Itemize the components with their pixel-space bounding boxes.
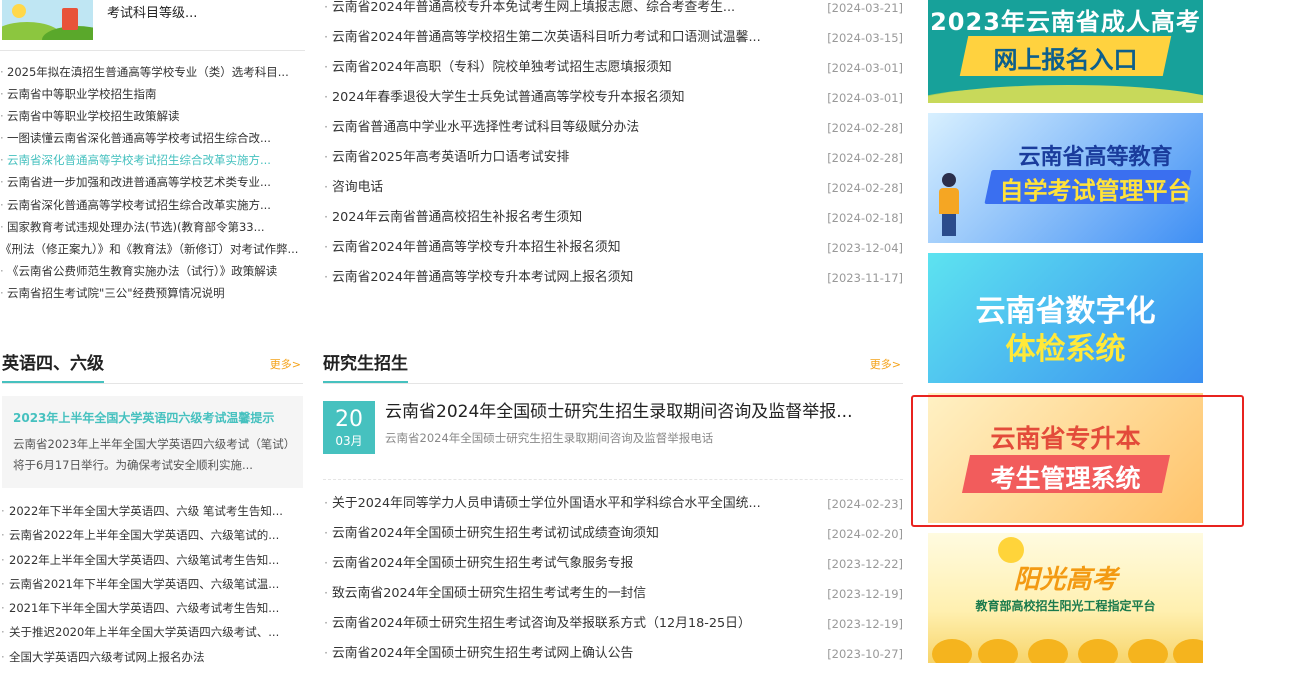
list-item[interactable]: 云南省2024年普通高等学校专升本考试网上报名须知[2023-11-17]: [323, 263, 903, 293]
item-date: [2023-12-19]: [827, 587, 903, 601]
list-item[interactable]: 2024年云南省普通高校招生补报名考生须知[2024-02-18]: [323, 203, 903, 233]
highlight-frame: [911, 395, 1244, 527]
list-item[interactable]: 2025年拟在滇招生普通高等学校专业（类）选考科目...: [0, 61, 305, 83]
list-item[interactable]: 云南省2025年高考英语听力口语考试安排[2024-02-28]: [323, 143, 903, 173]
item-date: [2024-02-28]: [827, 151, 903, 165]
list-item[interactable]: 云南省2024年全国硕士研究生招生考试初试成绩查询须知[2024-02-20]: [323, 519, 903, 549]
english-more-link[interactable]: 更多>: [270, 356, 301, 372]
graduate-news-list: 关于2024年同等学力人员申请硕士学位外国语水平和学科综合水平全国统...[20…: [323, 489, 903, 669]
list-item[interactable]: 2021年下半年全国大学英语四、六级考试考生告知...: [0, 596, 305, 620]
list-item[interactable]: 全国大学英语四六级考试网上报名办法: [0, 645, 305, 669]
list-item[interactable]: 云南省2021年下半年全国大学英语四、六级笔试温...: [0, 572, 305, 596]
digital-health-check-banner[interactable]: 云南省数字化 体检系统: [928, 253, 1203, 383]
list-item[interactable]: 云南省深化普通高等学校考试招生综合改革实施方...: [0, 194, 305, 216]
list-item[interactable]: 国家教育考试违规处理办法(节选)(教育部令第33...: [0, 216, 305, 238]
date-month: 03月: [335, 434, 363, 448]
list-item[interactable]: 云南省中等职业学校招生政策解读: [0, 105, 305, 127]
item-date: [2024-03-15]: [827, 31, 903, 45]
item-date: [2023-10-27]: [827, 647, 903, 661]
date-day: 20: [335, 407, 363, 432]
feature-title-link[interactable]: 考试科目等级...: [107, 2, 197, 21]
item-date: [2023-11-17]: [827, 271, 903, 285]
exam-news-list: 云南省2024年普通高校专升本免试考生网上填报志愿、综合考查考生...[2024…: [323, 0, 903, 293]
item-date: [2024-02-23]: [827, 497, 903, 511]
list-item[interactable]: 咨询电话[2024-02-28]: [323, 173, 903, 203]
list-item-hovered[interactable]: 云南省深化普通高等学校考试招生综合改革实施方...: [0, 149, 305, 171]
list-item[interactable]: 云南省进一步加强和改进普通高等学校艺术类专业...: [0, 171, 305, 193]
graduate-featured-summary: 云南省2024年全国硕士研究生招生录取期间咨询及监督举报电话: [385, 431, 714, 445]
list-item[interactable]: 2022年上半年全国大学英语四、六级笔试考生告知...: [0, 548, 305, 572]
banner-subtitle: 教育部高校招生阳光工程指定平台: [975, 599, 1156, 613]
list-item[interactable]: 云南省招生考试院"三公"经费预算情况说明: [0, 282, 305, 304]
item-date: [2023-12-19]: [827, 617, 903, 631]
sunshine-gaokao-banner[interactable]: 阳光高考 教育部高校招生阳光工程指定平台: [928, 533, 1203, 663]
english-section-header: 英语四、六级 更多>: [2, 353, 303, 384]
list-item[interactable]: 云南省2022年上半年全国大学英语四、六级笔试的...: [0, 523, 305, 547]
list-item[interactable]: 关于推迟2020年上半年全国大学英语四六级考试、...: [0, 620, 305, 644]
list-item[interactable]: 致云南省2024年全国硕士研究生招生考试考生的一封信[2023-12-19]: [323, 579, 903, 609]
adult-exam-registration-banner[interactable]: 2023年云南省成人高考 网上报名入口: [928, 0, 1203, 103]
divider: [323, 479, 903, 480]
list-item[interactable]: 云南省2024年高职（专科）院校单独考试招生志愿填报须知[2024-03-01]: [323, 53, 903, 83]
banner-title: 2023年云南省成人高考: [930, 8, 1201, 36]
item-date: [2024-03-01]: [827, 91, 903, 105]
item-date: [2023-12-04]: [827, 241, 903, 255]
banner-title: 阳光高考: [1013, 565, 1118, 595]
graduate-section-title: 研究生招生: [323, 353, 408, 383]
list-item[interactable]: 云南省2024年普通高等学校专升本招生补报名须知[2023-12-04]: [323, 233, 903, 263]
list-item[interactable]: 云南省普通高中学业水平选择性考试科目等级赋分办法[2024-02-28]: [323, 113, 903, 143]
item-date: [2023-12-22]: [827, 557, 903, 571]
list-item[interactable]: 云南省2024年硕士研究生招生考试咨询及举报联系方式（12月18-25日）[20…: [323, 609, 903, 639]
list-item[interactable]: 《刑法（修正案九）》和《教育法》（新修订）对考试作弊...: [0, 238, 305, 260]
list-item[interactable]: 2024年春季退役大学生士兵免试普通高等学校专升本报名须知[2024-03-01…: [323, 83, 903, 113]
banner-title: 云南省高等教育: [1018, 145, 1173, 170]
list-item[interactable]: 云南省中等职业学校招生指南: [0, 83, 305, 105]
english-news-list: 2022年下半年全国大学英语四、六级 笔试考生告知... 云南省2022年上半年…: [0, 499, 305, 669]
item-date: [2024-02-28]: [827, 121, 903, 135]
item-date: [2024-02-18]: [827, 211, 903, 225]
english-featured-summary: 云南省2023年上半年全国大学英语四六级考试（笔试）将于6月17日举行。为确保考…: [13, 437, 290, 472]
item-date: [2024-02-20]: [827, 527, 903, 541]
date-badge: 20 03月: [323, 401, 375, 454]
english-featured-title[interactable]: 2023年上半年全国大学英语四六级考试温馨提示: [13, 409, 274, 426]
banner-subtitle: 自学考试管理平台: [999, 177, 1192, 205]
policy-news-list: 2025年拟在滇招生普通高等学校专业（类）选考科目... 云南省中等职业学校招生…: [0, 61, 305, 304]
english-featured-box[interactable]: 2023年上半年全国大学英语四六级考试温馨提示 云南省2023年上半年全国大学英…: [2, 396, 303, 488]
banner-subtitle: 体检系统: [1005, 332, 1126, 367]
banner-subtitle: 网上报名入口: [993, 46, 1138, 74]
item-date: [2024-02-28]: [827, 181, 903, 195]
graduate-featured-item[interactable]: 20 03月 云南省2024年全国硕士研究生招生录取期间咨询及监督举报... 云…: [323, 401, 903, 455]
list-item[interactable]: 云南省2024年普通高校专升本免试考生网上填报志愿、综合考查考生...[2024…: [323, 0, 903, 23]
graduate-featured-title[interactable]: 云南省2024年全国硕士研究生招生录取期间咨询及监督举报...: [385, 401, 852, 423]
feature-thumbnail[interactable]: [2, 0, 93, 40]
self-study-exam-platform-banner[interactable]: 云南省高等教育 自学考试管理平台: [928, 113, 1203, 243]
graduate-more-link[interactable]: 更多>: [870, 356, 901, 372]
person-illustration-icon: [938, 173, 962, 237]
list-item[interactable]: 云南省2024年普通高等学校招生第二次英语科目听力考试和口语测试温馨...[20…: [323, 23, 903, 53]
list-item[interactable]: 《云南省公费师范生教育实施办法（试行）》政策解读: [0, 260, 305, 282]
list-item[interactable]: 云南省2024年全国硕士研究生招生考试网上确认公告[2023-10-27]: [323, 639, 903, 669]
list-item[interactable]: 一图读懂云南省深化普通高等学校考试招生综合改...: [0, 127, 305, 149]
english-section-title: 英语四、六级: [2, 353, 104, 383]
item-date: [2024-03-21]: [827, 1, 903, 15]
list-item[interactable]: 2022年下半年全国大学英语四、六级 笔试考生告知...: [0, 499, 305, 523]
list-item[interactable]: 云南省2024年全国硕士研究生招生考试气象服务专报[2023-12-22]: [323, 549, 903, 579]
graduate-section-header: 研究生招生 更多>: [323, 353, 903, 384]
item-date: [2024-03-01]: [827, 61, 903, 75]
top-feature-item[interactable]: 考试科目等级...: [0, 0, 305, 51]
list-item[interactable]: 关于2024年同等学力人员申请硕士学位外国语水平和学科综合水平全国统...[20…: [323, 489, 903, 519]
